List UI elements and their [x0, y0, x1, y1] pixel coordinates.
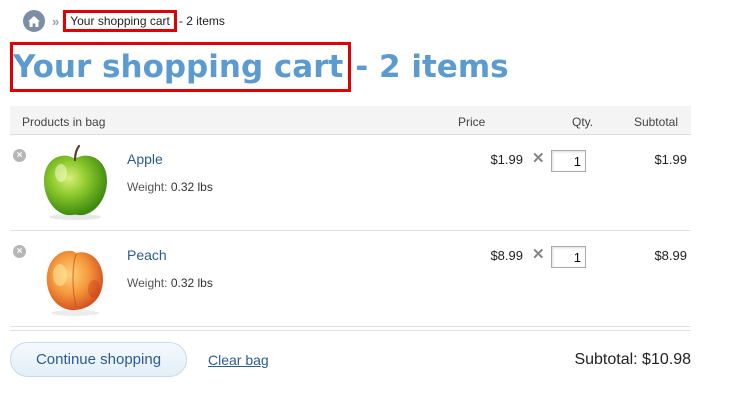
line-subtotal: $8.99: [654, 248, 687, 263]
times-icon: ✕: [532, 150, 545, 167]
product-name-link[interactable]: Apple: [127, 151, 163, 167]
header-price: Price: [458, 115, 486, 129]
breadcrumb: » Your shopping cart - 2 items: [23, 10, 225, 32]
header-products: Products in bag: [22, 115, 106, 129]
page-title: Your shopping cart - 2 items: [10, 42, 509, 92]
times-icon: ✕: [532, 246, 545, 263]
table-header: Products in bag Price Qty. Subtotal: [10, 106, 691, 135]
breadcrumb-item-count: - 2 items: [178, 14, 225, 28]
header-subtotal: Subtotal: [633, 115, 678, 129]
cart-table: Products in bag Price Qty. Subtotal × Ap…: [10, 106, 691, 327]
line-subtotal: $1.99: [654, 152, 687, 167]
quantity-input[interactable]: [551, 246, 586, 268]
remove-item-icon[interactable]: ×: [13, 149, 26, 162]
weight-label: Weight:: [127, 276, 168, 290]
apple-image[interactable]: [36, 143, 114, 221]
product-weight: Weight: 0.32 lbs: [127, 276, 213, 290]
weight-label: Weight:: [127, 180, 168, 194]
cart-footer: Continue shopping Clear bag Subtotal: $1…: [10, 330, 691, 390]
breadcrumb-separator: »: [52, 13, 60, 29]
product-name-link[interactable]: Peach: [127, 247, 167, 263]
home-icon[interactable]: [23, 10, 45, 32]
peach-image[interactable]: [36, 239, 114, 317]
table-row: × Peach Weight: 0.32 lbs $8.99 ✕ $8.99: [10, 231, 691, 327]
remove-item-icon[interactable]: ×: [13, 245, 26, 258]
product-weight: Weight: 0.32 lbs: [127, 180, 213, 194]
page-title-item-count: - 2 items: [355, 49, 509, 85]
weight-value: 0.32 lbs: [170, 276, 213, 290]
header-qty: Qty.: [572, 115, 594, 129]
table-row: × Apple Weight: 0.32 lbs $1.99 ✕ $1.99: [10, 135, 691, 231]
unit-price: $8.99: [490, 248, 523, 263]
weight-value: 0.32 lbs: [170, 180, 213, 194]
clear-bag-link[interactable]: Clear bag: [208, 352, 269, 368]
breadcrumb-current: Your shopping cart: [63, 10, 177, 32]
page-title-main: Your shopping cart: [10, 42, 352, 92]
unit-price: $1.99: [490, 152, 523, 167]
quantity-input[interactable]: [551, 150, 586, 172]
cart-subtotal: Subtotal: $10.98: [574, 351, 691, 368]
continue-shopping-button[interactable]: Continue shopping: [10, 342, 187, 377]
